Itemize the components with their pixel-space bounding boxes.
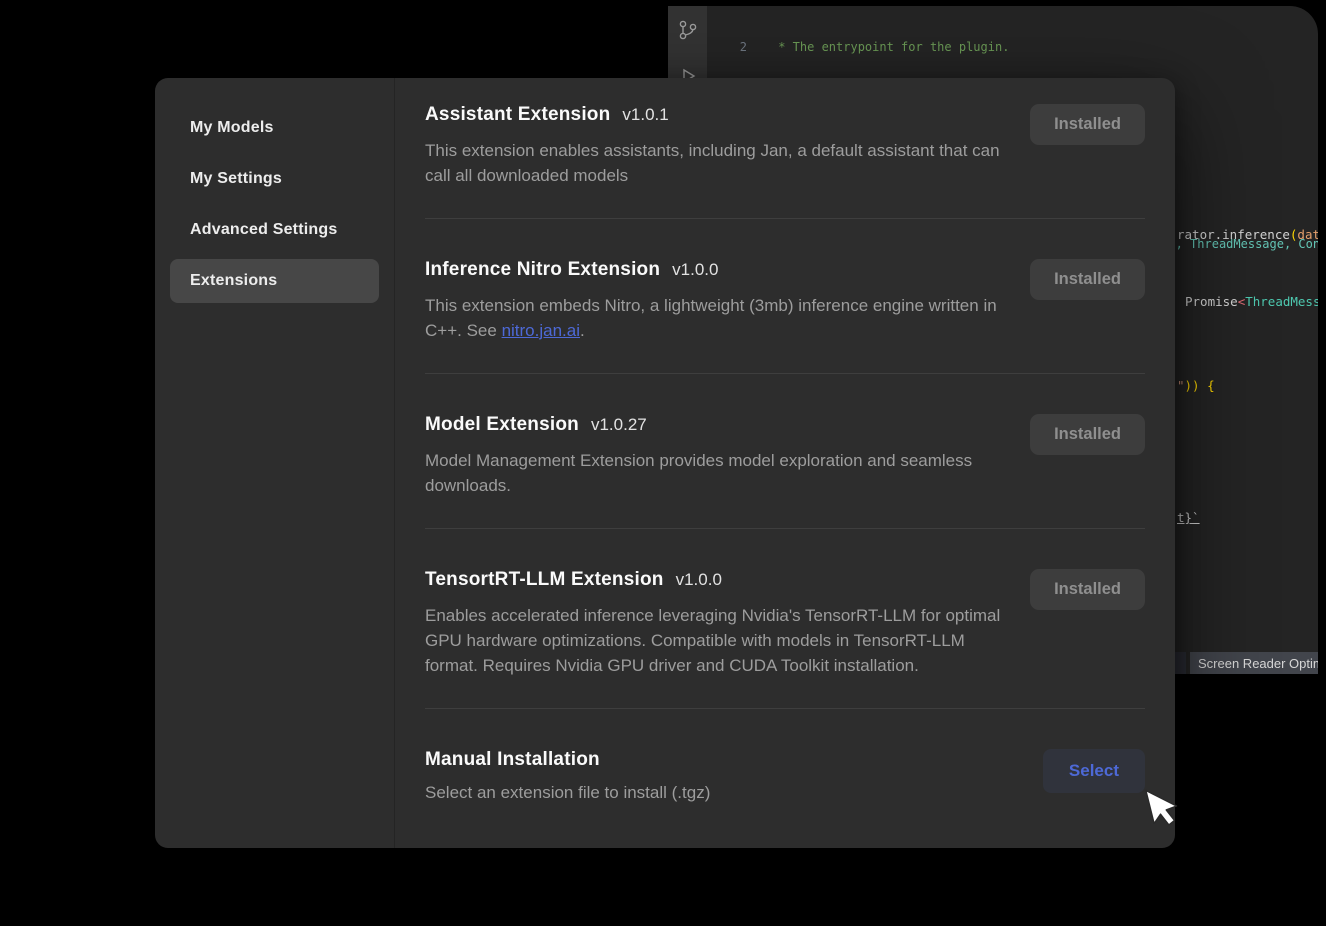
extension-version: v1.0.27 [591,415,647,435]
sidebar-item-my-settings[interactable]: My Settings [170,157,379,201]
extension-description: This extension embeds Nitro, a lightweig… [425,293,1010,343]
manual-installation-description: Select an extension file to install (.tg… [425,780,710,805]
extension-title: Inference Nitro Extension [425,259,660,281]
extension-title: Assistant Extension [425,104,610,126]
extension-title: TensortRT-LLM Extension [425,569,664,591]
extension-description: This extension enables assistants, inclu… [425,138,1010,188]
installed-button[interactable]: Installed [1030,569,1145,610]
installed-button[interactable]: Installed [1030,414,1145,455]
source-control-icon[interactable] [676,18,700,47]
code-token: t}` [1177,510,1200,525]
code-token: )) { [1185,378,1215,393]
installed-button[interactable]: Installed [1030,259,1145,300]
settings-modal: My Models My Settings Advanced Settings … [155,78,1175,848]
code-token: data [1297,227,1318,242]
extension-title-row: Model Extension v1.0.27 [425,414,1010,436]
extensions-panel: Assistant Extension v1.0.1 This extensio… [395,78,1175,848]
nitro-jan-ai-link[interactable]: nitro.jan.ai [502,321,580,340]
sidebar-item-advanced-settings[interactable]: Advanced Settings [170,208,379,252]
extension-version: v1.0.0 [672,260,718,280]
extension-title-row: Manual Installation [425,749,710,771]
extension-info: TensortRT-LLM Extension v1.0.0 Enables a… [425,569,1010,678]
extension-title-row: TensortRT-LLM Extension v1.0.0 [425,569,1010,591]
extension-title-row: Inference Nitro Extension v1.0.0 [425,259,1010,281]
sidebar-item-my-models[interactable]: My Models [170,106,379,150]
statusbar-screen-reader-item[interactable]: Screen Reader Optimized [1190,652,1318,674]
extension-info: Model Extension v1.0.27 Model Management… [425,414,1010,498]
code-line: 2 * The entrypoint for the plugin. [707,39,1318,55]
code-fragment: Promise<ThreadMessage> [1185,294,1318,310]
desktop-background: 2 * The entrypoint for the plugin. 3 */ … [8,6,1318,920]
extension-description: Model Management Extension provides mode… [425,448,1010,498]
manual-installation-title: Manual Installation [425,749,600,771]
extension-row-assistant: Assistant Extension v1.0.1 This extensio… [425,104,1145,219]
extension-info: Inference Nitro Extension v1.0.0 This ex… [425,259,1010,343]
description-text: . [580,321,585,340]
extension-row-tensorrt: TensortRT-LLM Extension v1.0.0 Enables a… [425,529,1145,709]
extension-description: Enables accelerated inference leveraging… [425,603,1010,678]
code-fragment: rator.inference(data)); [1177,227,1318,243]
code-token: " [1177,378,1185,393]
code-token: rator.inference [1177,227,1290,242]
code-token: ThreadMessage [1245,294,1318,309]
code-token: Promise [1185,294,1238,309]
extension-title: Model Extension [425,414,579,436]
settings-sidebar: My Models My Settings Advanced Settings … [155,78,395,848]
extension-info: Assistant Extension v1.0.1 This extensio… [425,104,1010,188]
extension-version: v1.0.1 [622,105,668,125]
extension-title-row: Assistant Extension v1.0.1 [425,104,1010,126]
extension-row-model: Model Extension v1.0.27 Model Management… [425,374,1145,529]
line-number: 2 [707,39,747,55]
code-fragment: ")) { [1177,378,1215,394]
manual-installation-row: Manual Installation Select an extension … [425,709,1145,835]
extension-info: Manual Installation Select an extension … [425,749,710,805]
code-text: * The entrypoint for the plugin. [747,39,1009,55]
code-fragment: t}` [1177,510,1200,526]
installed-button[interactable]: Installed [1030,104,1145,145]
select-file-button[interactable]: Select [1043,749,1145,793]
extension-version: v1.0.0 [676,570,722,590]
extension-row-nitro: Inference Nitro Extension v1.0.0 This ex… [425,219,1145,374]
sidebar-item-extensions[interactable]: Extensions [170,259,379,303]
